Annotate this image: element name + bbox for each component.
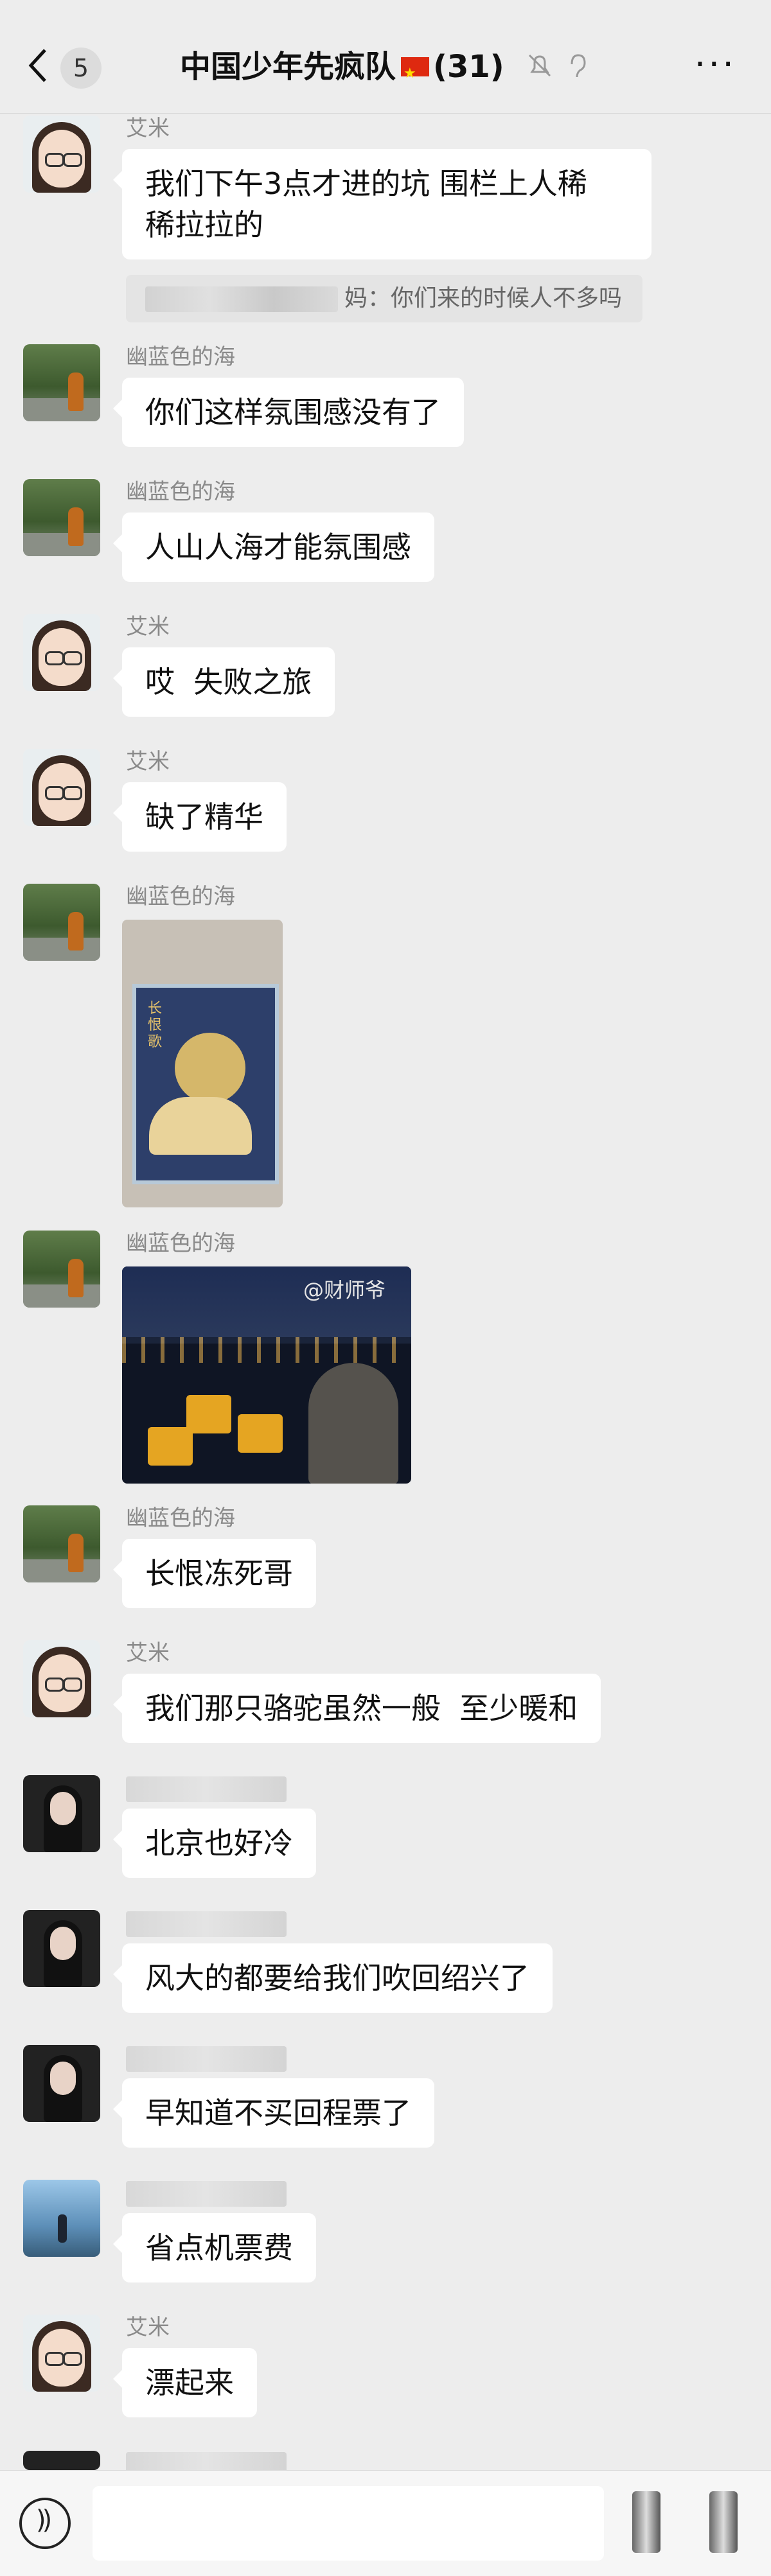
quote-text: 妈：你们来的时候人不多吗 xyxy=(344,285,623,311)
member-count: (31) xyxy=(433,49,504,85)
message-bubble[interactable]: 我们下午3点才进的坑 围栏上人稀 稀拉拉的 xyxy=(113,149,651,259)
blurred-sender-name xyxy=(126,2046,287,2072)
watermark: @财师爷 xyxy=(303,1278,386,1302)
voice-icon[interactable] xyxy=(19,2498,71,2549)
blurred-name xyxy=(145,286,338,312)
message-bubble[interactable]: 漂起来 xyxy=(113,2348,257,2417)
message-line: 稀拉拉的 xyxy=(145,207,263,242)
avatar[interactable] xyxy=(23,749,100,826)
sender-name: 艾米 xyxy=(126,2315,170,2340)
message-bubble[interactable]: 你们这样氛围感没有了 xyxy=(113,378,464,447)
blurred-sender-name xyxy=(126,1911,287,1937)
sender-name: 幽蓝色的海 xyxy=(126,344,235,370)
sender-name: 艾米 xyxy=(126,749,170,775)
poster-text: 长恨歌 xyxy=(148,1001,163,1050)
back-icon[interactable] xyxy=(26,46,51,85)
sender-name: 艾米 xyxy=(126,1640,170,1666)
avatar[interactable] xyxy=(23,2045,100,2122)
avatar[interactable] xyxy=(23,116,100,193)
message-bubble[interactable]: 北京也好冷 xyxy=(113,1809,316,1878)
sender-name: 幽蓝色的海 xyxy=(126,1231,235,1256)
avatar[interactable] xyxy=(23,344,100,421)
message-bubble[interactable]: 我们那只骆驼虽然一般 至少暖和 xyxy=(112,1674,601,1743)
message-bubble[interactable]: 风大的都要给我们吹回绍兴了 xyxy=(113,1943,553,2013)
message-input[interactable] xyxy=(93,2486,604,2561)
sender-name: 艾米 xyxy=(126,614,170,640)
sender-name: 幽蓝色的海 xyxy=(126,1505,235,1531)
blurred-sender-name xyxy=(126,2181,287,2207)
quoted-message[interactable]: 妈：你们来的时候人不多吗 xyxy=(126,275,642,322)
blurred-sender-name xyxy=(126,1776,287,1802)
chat-title: 中国少年先疯队 (31) xyxy=(180,48,504,93)
avatar[interactable] xyxy=(23,2451,100,2470)
plus-icon[interactable] xyxy=(709,2491,738,2553)
avatar[interactable] xyxy=(23,614,100,691)
group-name: 中国少年先疯队 xyxy=(180,49,396,85)
message-bubble[interactable]: 哎 失败之旅 xyxy=(112,647,335,717)
avatar[interactable] xyxy=(23,1231,100,1308)
avatar[interactable] xyxy=(23,1505,100,1582)
input-toolbar xyxy=(0,2470,771,2576)
avatar[interactable] xyxy=(23,1910,100,1987)
image-message[interactable]: 长恨歌 xyxy=(122,920,283,1207)
more-icon[interactable]: ··· xyxy=(695,47,736,83)
ear-icon xyxy=(571,54,586,78)
avatar[interactable] xyxy=(23,1640,100,1717)
chat-header: 5 中国少年先疯队 (31) ··· xyxy=(0,0,771,114)
avatar[interactable] xyxy=(23,1775,100,1852)
unread-count-badge[interactable]: 5 xyxy=(60,48,102,89)
image-message[interactable]: @财师爷 xyxy=(122,1266,411,1484)
sender-name: 幽蓝色的海 xyxy=(126,884,235,909)
sticker-icon[interactable] xyxy=(632,2491,660,2553)
china-flag-icon xyxy=(401,55,430,93)
avatar[interactable] xyxy=(23,884,100,961)
poster-card: 长恨歌 xyxy=(132,984,279,1184)
mute-bell-icon xyxy=(528,54,551,77)
message-line: 我们下午3点才进的坑 围栏上人稀 xyxy=(145,166,587,201)
sender-name: 艾米 xyxy=(126,116,170,141)
message-bubble[interactable]: 缺了精华 xyxy=(113,782,287,852)
avatar[interactable] xyxy=(23,2315,100,2392)
avatar[interactable] xyxy=(23,479,100,556)
message-bubble[interactable]: 省点机票费 xyxy=(113,2213,316,2282)
message-bubble[interactable]: 早知道不买回程票了 xyxy=(113,2078,434,2148)
message-bubble[interactable]: 人山人海才能氛围感 xyxy=(113,513,434,582)
sender-name: 幽蓝色的海 xyxy=(126,479,235,505)
avatar[interactable] xyxy=(23,2180,100,2257)
message-bubble[interactable]: 长恨冻死哥 xyxy=(113,1539,316,1608)
